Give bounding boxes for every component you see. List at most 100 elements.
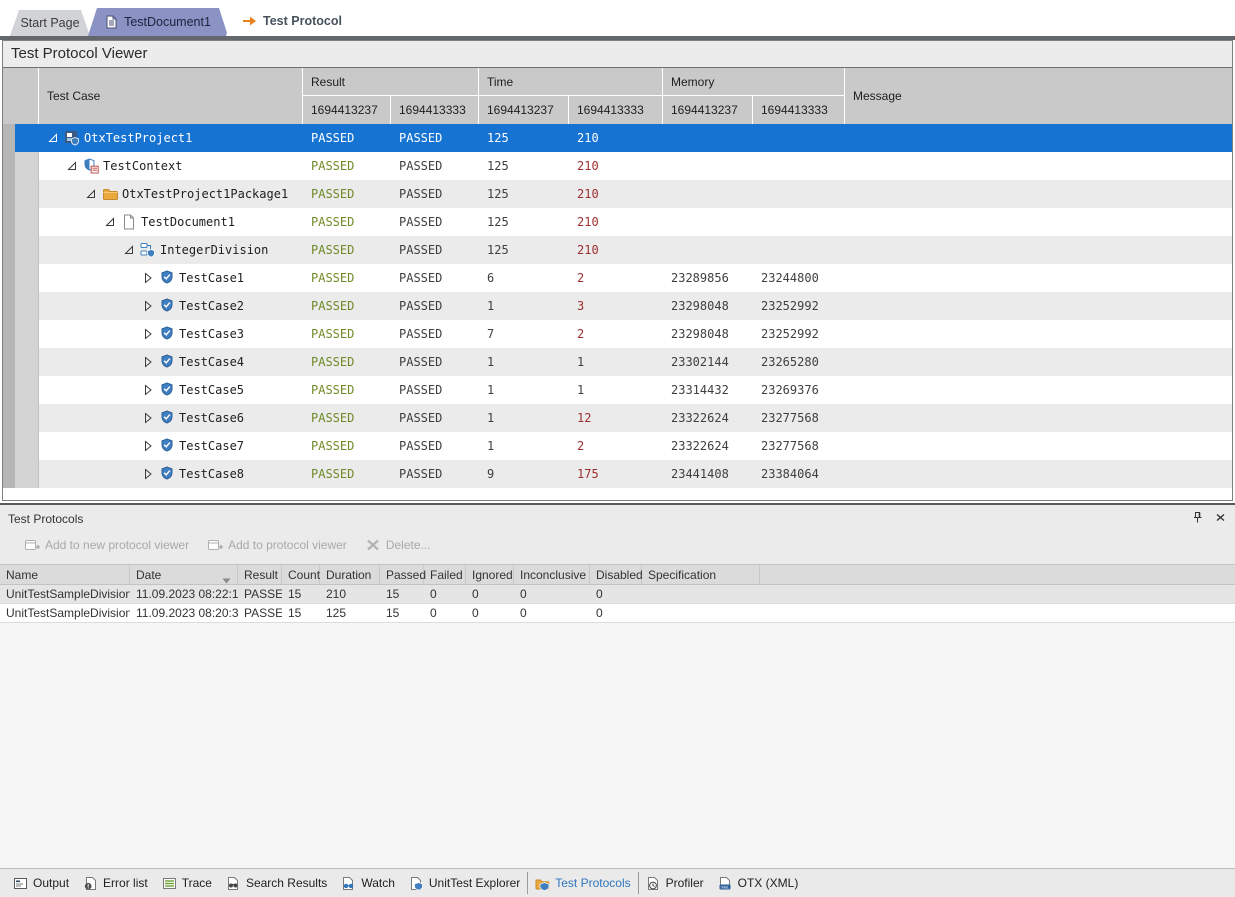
column-header-specification[interactable]: Specification (642, 565, 760, 584)
memory-run2-cell (753, 152, 845, 180)
tool-tab-otx-xml[interactable]: XMLOTX (XML) (711, 872, 806, 894)
column-header-duration[interactable]: Duration (320, 565, 380, 584)
result-run2-cell: PASSED (391, 460, 479, 488)
add-to-protocol-viewer-button[interactable]: Add to protocol viewer (207, 537, 347, 553)
column-header-result-run1[interactable]: 1694413237 (303, 96, 391, 124)
result-run2-cell: PASSED (391, 208, 479, 236)
protocol-inconclusive-cell: 0 (514, 585, 590, 603)
expander-expanded-icon[interactable] (85, 188, 97, 200)
expander-expanded-icon[interactable] (47, 132, 59, 144)
testcase-icon (159, 326, 175, 342)
tool-tab-search-results[interactable]: Search Results (219, 872, 334, 894)
column-header-time-run2[interactable]: 1694413333 (569, 96, 663, 124)
test-protocols-icon (535, 876, 550, 891)
expander-expanded-icon[interactable] (104, 216, 116, 228)
tool-tab-trace[interactable]: Trace (155, 872, 219, 894)
test-case-row[interactable]: TestCase6 PASSED PASSED 1 12 23322624 23… (3, 404, 1232, 432)
column-header-test-case[interactable]: Test Case (39, 68, 303, 124)
memory-run1-cell: 23322624 (663, 404, 753, 432)
protocol-row[interactable]: UnitTestSampleDivision11.09.2023 08:22:1… (0, 585, 1235, 604)
column-header-message[interactable]: Message (845, 68, 1232, 124)
tab-test-protocol[interactable]: Test Protocol (226, 5, 358, 36)
column-header-passed[interactable]: Passed (380, 565, 424, 584)
test-case-label: TestContext (103, 159, 182, 173)
time-run1-cell: 1 (479, 404, 569, 432)
memory-run1-cell (663, 152, 753, 180)
protocols-table-header: NameDateResultCountDurationPassedFailedI… (0, 564, 1235, 585)
expander-collapsed-icon[interactable] (142, 412, 154, 424)
expander-collapsed-icon[interactable] (142, 356, 154, 368)
otx-xml-icon: XML (718, 876, 733, 891)
test-case-cell: TestDocument1 (39, 208, 303, 236)
row-header-gutter (3, 124, 39, 152)
column-header-inconclusive[interactable]: Inconclusive (514, 565, 590, 584)
tool-tab-label: Watch (361, 876, 395, 890)
row-header-gutter (3, 292, 39, 320)
test-case-row[interactable]: TestContext PASSED PASSED 125 210 (3, 152, 1232, 180)
tab-testdocument1[interactable]: TestDocument1 (88, 8, 228, 36)
expander-collapsed-icon[interactable] (142, 384, 154, 396)
test-case-row[interactable]: TestDocument1 PASSED PASSED 125 210 (3, 208, 1232, 236)
test-case-cell: TestCase5 (39, 376, 303, 404)
result-run1-cell: PASSED (303, 208, 391, 236)
column-header-name[interactable]: Name (0, 565, 130, 584)
close-icon[interactable] (1214, 511, 1227, 524)
memory-run2-cell (753, 124, 845, 152)
column-header-count[interactable]: Count (282, 565, 320, 584)
test-case-row[interactable]: TestCase8 PASSED PASSED 9 175 23441408 2… (3, 460, 1232, 488)
tool-tab-test-protocols[interactable]: Test Protocols (527, 872, 638, 894)
column-header-result[interactable]: Result (238, 565, 282, 584)
time-run2-cell: 2 (569, 432, 663, 460)
expander-collapsed-icon[interactable] (142, 440, 154, 452)
column-header-memory[interactable]: Memory (663, 68, 845, 96)
row-header-gutter (3, 236, 39, 264)
delete-button[interactable]: Delete... (365, 537, 431, 553)
protocol-filler-cell (760, 585, 1235, 603)
expander-collapsed-icon[interactable] (142, 300, 154, 312)
column-header-memory-run2[interactable]: 1694413333 (753, 96, 845, 124)
search-results-icon (226, 876, 241, 891)
protocol-row[interactable]: UnitTestSampleDivision11.09.2023 08:20:3… (0, 604, 1235, 623)
expander-collapsed-icon[interactable] (142, 468, 154, 480)
time-run2-cell: 2 (569, 264, 663, 292)
tool-tab-label: Error list (103, 876, 148, 890)
column-header-failed[interactable]: Failed (424, 565, 466, 584)
column-header-time[interactable]: Time (479, 68, 663, 96)
test-case-row[interactable]: TestCase5 PASSED PASSED 1 1 23314432 232… (3, 376, 1232, 404)
message-cell (845, 124, 1232, 152)
test-case-row[interactable]: TestCase7 PASSED PASSED 1 2 23322624 232… (3, 432, 1232, 460)
column-header-result-run2[interactable]: 1694413333 (391, 96, 479, 124)
add-new-protocol-viewer-icon (24, 537, 40, 553)
column-header-ignored[interactable]: Ignored (466, 565, 514, 584)
test-case-row[interactable]: TestCase2 PASSED PASSED 1 3 23298048 232… (3, 292, 1232, 320)
column-header-result[interactable]: Result (303, 68, 479, 96)
expander-collapsed-icon[interactable] (142, 328, 154, 340)
tool-tab-output[interactable]: Output (6, 872, 76, 894)
test-case-row[interactable]: OtxTestProject1Package1 PASSED PASSED 12… (3, 180, 1232, 208)
column-header-time-run1[interactable]: 1694413237 (479, 96, 569, 124)
tool-tab-profiler[interactable]: Profiler (639, 872, 711, 894)
test-case-row[interactable]: TestCase3 PASSED PASSED 7 2 23298048 232… (3, 320, 1232, 348)
toolbar-button-label: Add to new protocol viewer (45, 538, 189, 552)
expander-expanded-icon[interactable] (66, 160, 78, 172)
expander-expanded-icon[interactable] (123, 244, 135, 256)
test-case-row[interactable]: TestCase1 PASSED PASSED 6 2 23289856 232… (3, 264, 1232, 292)
application-window: Start Page TestDocument1 Test Protocol T… (0, 0, 1235, 897)
result-run2-cell: PASSED (391, 292, 479, 320)
pin-icon[interactable] (1191, 511, 1204, 524)
expander-collapsed-icon[interactable] (142, 272, 154, 284)
tab-start-page[interactable]: Start Page (10, 10, 90, 36)
test-case-row[interactable]: TestCase4 PASSED PASSED 1 1 23302144 232… (3, 348, 1232, 376)
row-header-gutter (3, 180, 39, 208)
test-case-row[interactable]: IntegerDivision PASSED PASSED 125 210 (3, 236, 1232, 264)
add-to-new-protocol-viewer-button[interactable]: Add to new protocol viewer (24, 537, 189, 553)
column-header-memory-run1[interactable]: 1694413237 (663, 96, 753, 124)
test-case-row[interactable]: OtxTestProject1 PASSED PASSED 125 210 (3, 124, 1232, 152)
tool-tab-error-list[interactable]: Error list (76, 872, 155, 894)
column-header-date[interactable]: Date (130, 565, 238, 584)
tool-tab-unittest-explorer[interactable]: UnitTest Explorer (402, 872, 527, 894)
protocol-duration-cell: 210 (320, 585, 380, 603)
add-protocol-viewer-icon (207, 537, 223, 553)
tool-tab-watch[interactable]: Watch (334, 872, 402, 894)
column-header-disabled[interactable]: Disabled (590, 565, 642, 584)
